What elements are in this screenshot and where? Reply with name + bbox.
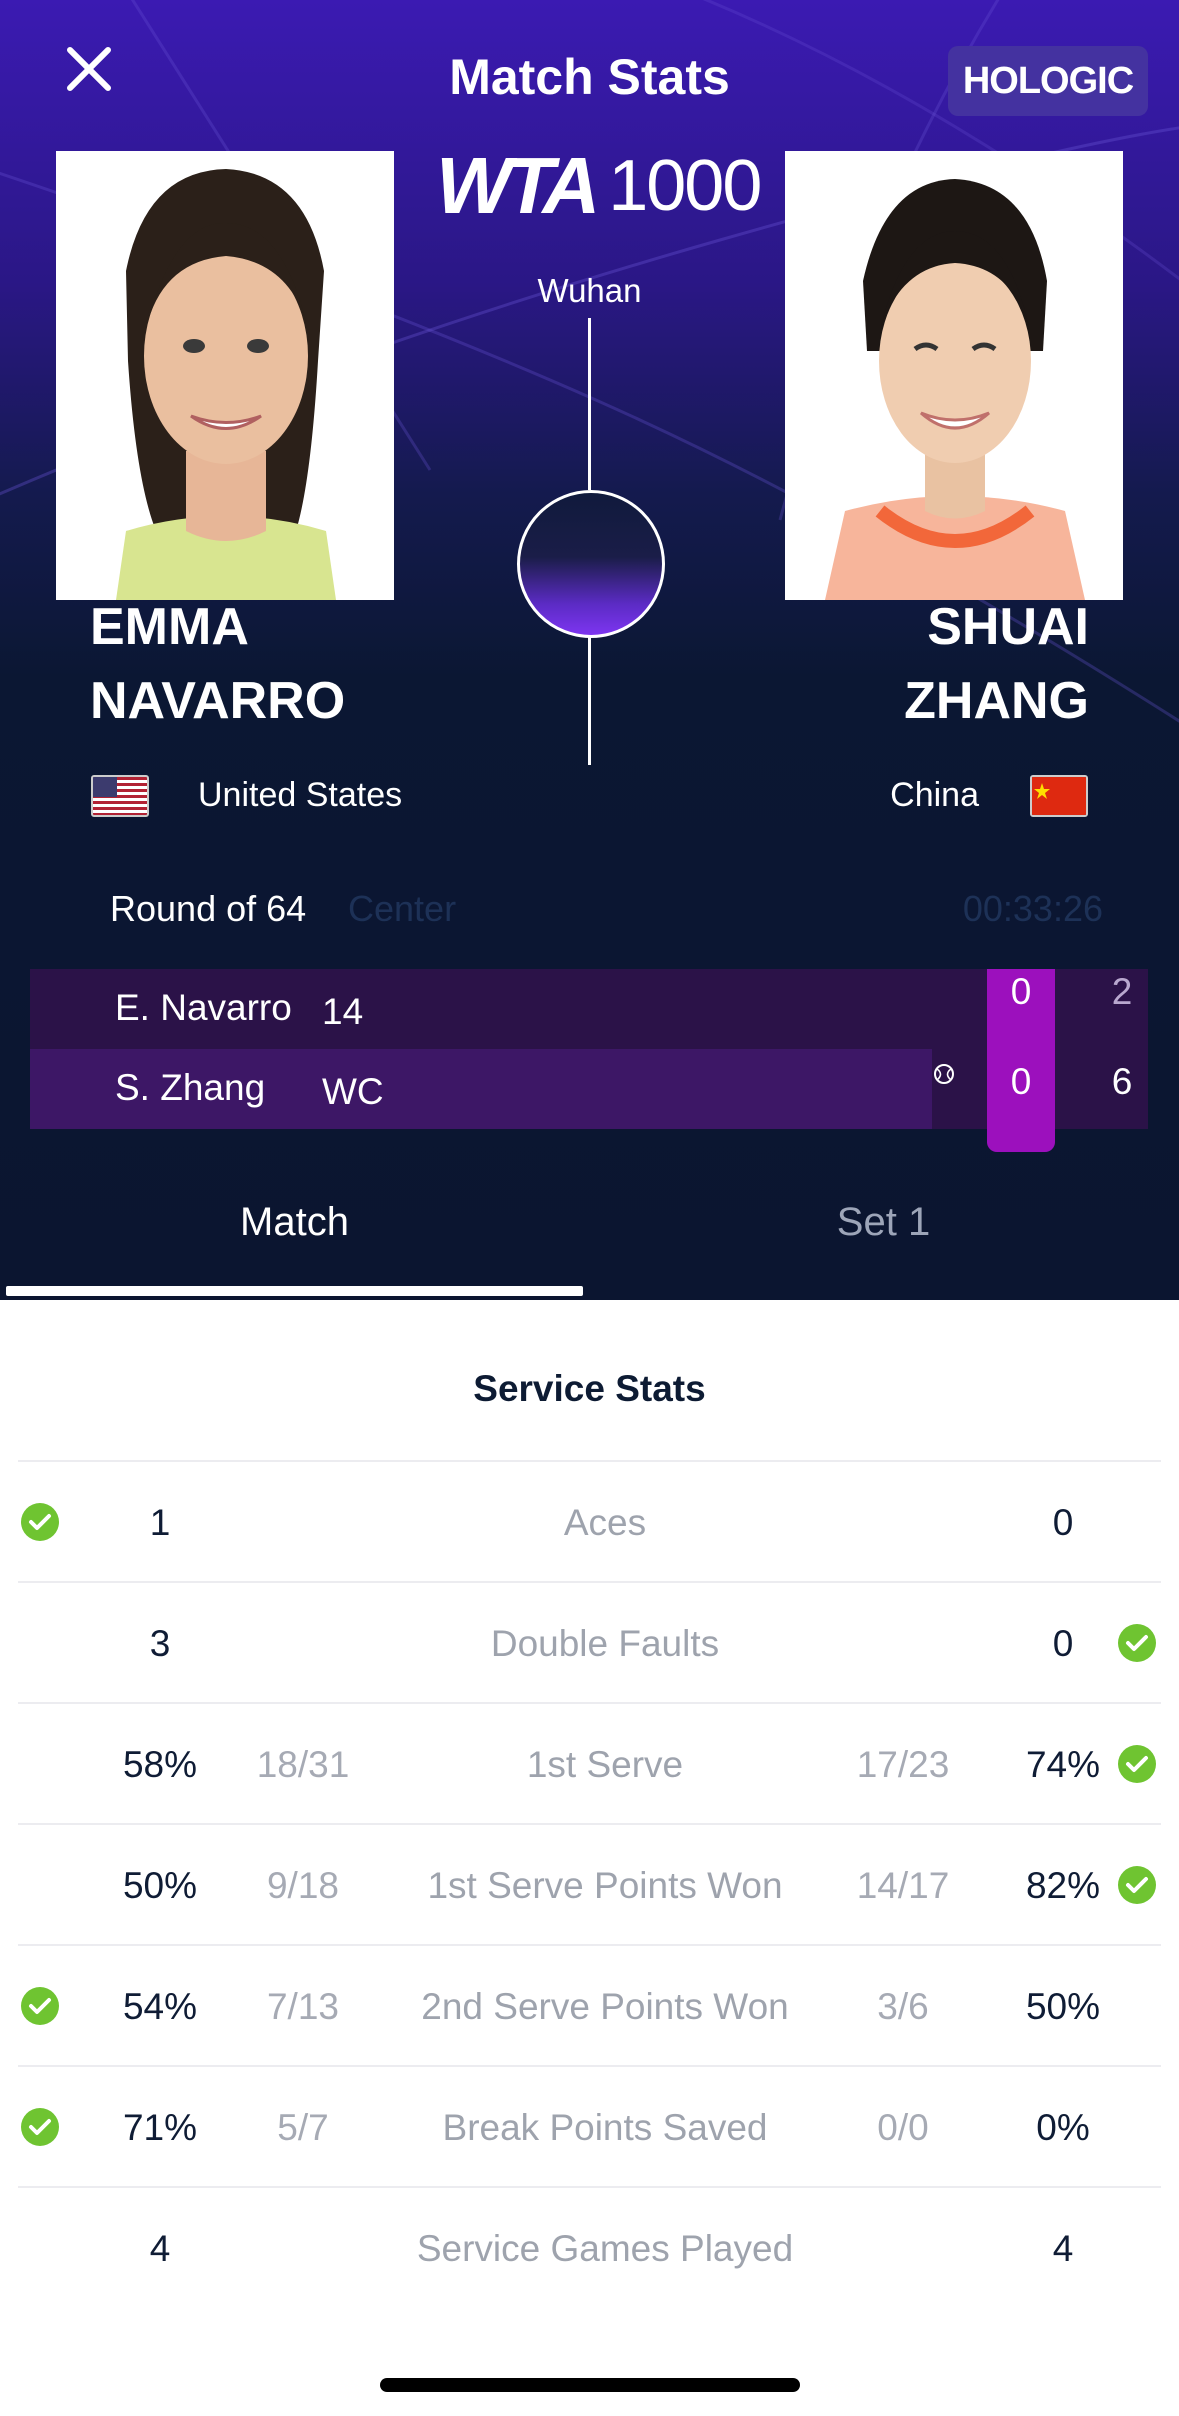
player-photo-left [56,151,394,600]
stat-fraction-left [218,1583,388,1704]
match-court: Center [348,888,457,929]
flag-china-icon [1030,775,1088,817]
stat-fraction-left: 5/7 [277,2106,329,2148]
player-last-name-right: ZHANG [904,672,1089,730]
stat-row: 71% 5/7 Break Points Saved 0/0 0% [18,2065,1161,2188]
match-header: Match Stats HOLOGIC WTA 1000 Wuhan EMMA … [0,0,1179,1300]
stat-row: 58% 18/31 1st Serve 17/23 74% [18,1702,1161,1825]
stat-value-left: 1 [149,1501,171,1543]
score-player-seed: 14 [322,991,364,1032]
stat-fraction-left: 9/18 [266,1864,339,1906]
tournament-logo-mark: WTA [436,141,600,230]
set1-score-player2: 6 [1111,1061,1133,1102]
stat-fraction-right: 3/6 [877,1985,929,2027]
tournament-city: Wuhan [537,272,642,309]
divider-line-bottom [588,635,591,765]
stat-row: 54% 7/13 2nd Serve Points Won 3/6 50% [18,1944,1161,2067]
home-indicator[interactable] [380,2378,800,2392]
check-circle-icon [1118,1624,1156,1662]
scoreboard-row-player1: E. Navarro 14 [30,969,1148,1049]
player-last-name-left: NAVARRO [90,672,346,730]
stat-fraction-left [218,1462,388,1583]
stat-row: 1 Aces 0 [18,1460,1161,1583]
stat-fraction-right [818,2188,988,2309]
stat-label: 1st Serve [526,1743,684,1785]
tennis-ball-icon [934,1064,954,1084]
player-name-left: EMMA NAVARRO [90,590,345,738]
stat-fraction-left [218,2188,388,2309]
stat-fraction-right [818,1583,988,1704]
current-game-column: 0 0 [987,969,1055,1152]
stat-label: Double Faults [490,1622,720,1664]
check-circle-icon [21,1503,59,1541]
score-player-seed: WC [322,1071,384,1112]
stat-fraction-left: 18/31 [256,1743,350,1785]
stat-label: Aces [563,1501,647,1543]
game-score-player1: 0 [1010,971,1032,1012]
tab-match[interactable]: Match [0,1200,589,1245]
stat-value-left: 58% [122,1743,198,1785]
match-duration: 00:33:26 [962,888,1103,929]
match-round: Round of 64 [110,888,307,929]
stat-label: Service Games Played [416,2227,794,2269]
scoreboard: E. Navarro 14 S. Zhang WC 0 0 2 6 [30,969,1148,1152]
stat-row: 4 Service Games Played 4 [18,2186,1161,2309]
tab-active-indicator [6,1286,583,1296]
check-circle-icon [1118,1745,1156,1783]
stat-fraction-right: 14/17 [856,1864,950,1906]
stat-fraction-right: 0/0 [877,2106,929,2148]
stat-fraction-left: 7/13 [266,1985,339,2027]
stat-fraction-right [818,1462,988,1583]
check-circle-icon [21,1987,59,2025]
stat-value-right: 4 [1052,2227,1074,2269]
versus-orb [517,490,665,638]
stat-label: 1st Serve Points Won [427,1864,783,1906]
player-country-left: United States [198,776,403,814]
player-country-right: China [890,776,979,814]
stat-row: 3 Double Faults 0 [18,1581,1161,1704]
check-circle-icon [1118,1866,1156,1904]
player-photo-right [785,151,1123,600]
tab-set-1[interactable]: Set 1 [589,1200,1178,1245]
stat-value-left: 3 [149,1622,171,1664]
stat-row: 50% 9/18 1st Serve Points Won 14/17 82% [18,1823,1161,1946]
stat-value-left: 50% [122,1864,198,1906]
tournament-logo: WTA 1000 [436,141,762,230]
divider-line-top [588,318,591,490]
tournament-level: 1000 [608,146,762,226]
check-circle-icon [21,2108,59,2146]
stat-label: Break Points Saved [442,2106,768,2148]
stat-value-left: 54% [122,1985,198,2027]
sponsor-logo: HOLOGIC [948,46,1148,116]
stat-fraction-right: 17/23 [856,1743,950,1785]
stat-value-right: 0% [1036,2106,1090,2148]
stat-label: 2nd Serve Points Won [421,1985,789,2027]
player-name-right: SHUAI ZHANG [904,590,1089,738]
score-player-name: S. Zhang [115,1067,266,1108]
player-first-name-left: EMMA [90,598,249,656]
stat-value-left: 71% [122,2106,198,2148]
game-score-player2: 0 [1010,1061,1032,1102]
service-stats-title: Service Stats [473,1368,706,1409]
scoreboard-row-player2: S. Zhang WC [30,1049,932,1129]
player-first-name-right: SHUAI [927,598,1089,656]
score-player-name: E. Navarro [115,987,292,1028]
set1-score-player1: 2 [1111,971,1133,1012]
flag-us-icon [91,775,149,817]
stat-value-right: 50% [1025,1985,1101,2027]
stat-value-right: 0 [1052,1501,1074,1543]
stat-value-left: 4 [149,2227,171,2269]
